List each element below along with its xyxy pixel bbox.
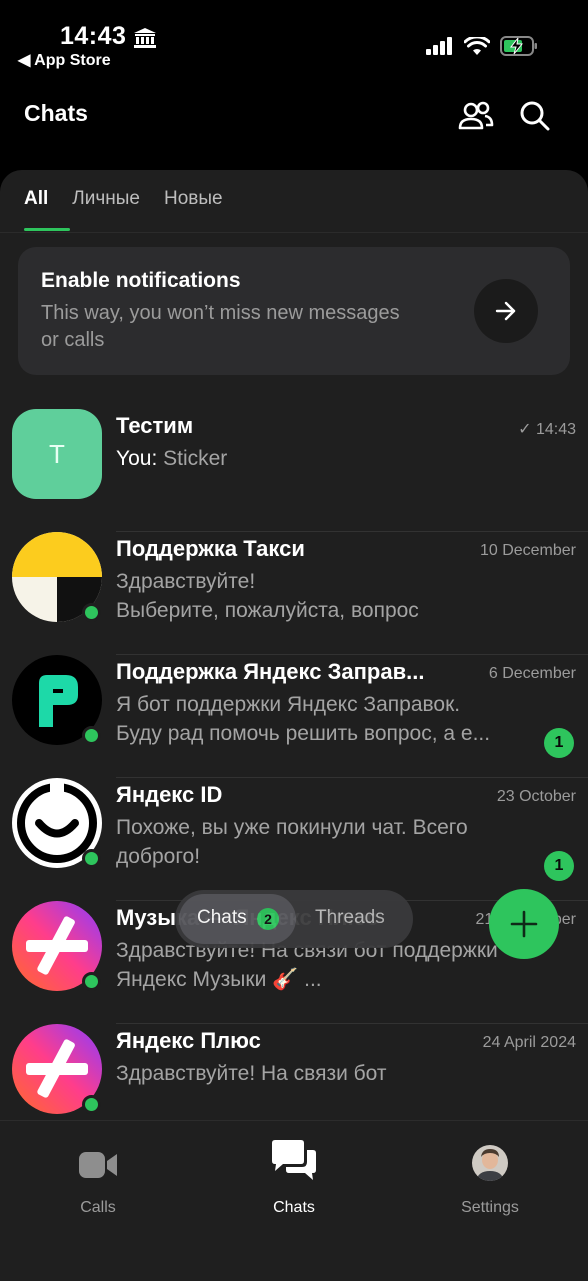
avatar: Т	[12, 409, 102, 499]
video-camera-icon	[38, 1121, 158, 1181]
tab-personal[interactable]: Личные	[72, 188, 140, 210]
chat-row[interactable]: Яндекс ID 23 October Похоже, вы уже поки…	[0, 778, 588, 901]
contacts-button[interactable]	[456, 96, 496, 136]
unread-badge: 1	[544, 728, 574, 758]
online-indicator	[82, 603, 101, 622]
chat-date: 10 December	[479, 542, 576, 559]
signal-icon	[426, 37, 452, 55]
chat-date: ✓ 14:43	[518, 421, 576, 438]
nav-settings-label: Settings	[461, 1199, 519, 1216]
chat-name: Тестим	[116, 413, 194, 438]
chat-preview-line1: Здравствуйте! На связи бот	[116, 1062, 387, 1085]
chat-preview-line2: Выберите, пожалуйста, вопрос	[116, 599, 419, 622]
enable-notifications-card[interactable]: Enable notifications This way, you won’t…	[18, 247, 570, 375]
nav-calls-label: Calls	[80, 1199, 116, 1216]
wifi-icon	[464, 36, 490, 55]
nav-chats[interactable]: Chats	[234, 1121, 354, 1217]
status-time: 14:43	[60, 22, 127, 50]
segment-chats-label: Chats	[197, 907, 247, 928]
status-indicators	[426, 36, 538, 56]
read-check-icon: ✓	[518, 421, 536, 438]
nav-calls[interactable]: Calls	[38, 1121, 158, 1217]
bank-icon	[133, 27, 157, 54]
chat-preview-line2: Яндекс Музыки 🎸 ...	[116, 968, 322, 991]
online-indicator	[82, 972, 101, 991]
chat-bubbles-icon	[234, 1121, 354, 1181]
segment-chats-badge: 2	[257, 908, 279, 930]
enable-notifications-button[interactable]	[474, 279, 538, 343]
tab-all[interactable]: All	[24, 188, 48, 210]
chat-preview: You: Sticker	[116, 447, 228, 470]
new-chat-button[interactable]	[489, 889, 559, 959]
contacts-icon	[458, 101, 494, 130]
chats-threads-switcher: Chats 2 Threads	[175, 890, 413, 948]
nav-settings[interactable]: Settings	[430, 1121, 550, 1217]
chat-date: 6 December	[488, 665, 576, 682]
chat-row[interactable]: Поддержка Такси 10 December Здравствуйте…	[0, 532, 588, 655]
chat-name: Поддержка Такси	[116, 536, 305, 561]
chat-name: Яндекс Плюс	[116, 1028, 261, 1053]
filter-tabs: All Личные Новые	[24, 188, 223, 210]
profile-avatar	[430, 1121, 550, 1181]
notification-title: Enable notifications	[41, 269, 241, 292]
chat-date: 24 April 2024	[482, 1034, 576, 1051]
online-indicator	[82, 1095, 101, 1114]
svg-text:Т: Т	[49, 439, 65, 469]
segment-threads[interactable]: Threads	[315, 907, 385, 929]
arrow-right-icon	[495, 301, 516, 321]
chat-preview-line1: Я бот поддержки Яндекс Заправок.	[116, 693, 461, 716]
unread-badge: 1	[544, 851, 574, 881]
chat-preview-line1: Похоже, вы уже покинули чат. Всего	[116, 816, 468, 839]
active-tab-indicator	[24, 228, 70, 231]
chat-preview-line2: доброго!	[116, 845, 201, 868]
chats-panel: All Личные Новые Enable notifications Th…	[0, 170, 588, 1280]
chat-row[interactable]: Т Тестим ✓ 14:43 You: Sticker	[0, 409, 588, 532]
chat-date: 23 October	[496, 788, 576, 805]
search-button[interactable]	[515, 96, 555, 136]
chat-name: Яндекс ID	[116, 782, 223, 807]
nav-chats-label: Chats	[273, 1199, 315, 1216]
tabs-divider	[0, 232, 588, 233]
back-to-app-store[interactable]: ◀ App Store	[18, 50, 111, 70]
plus-icon	[510, 910, 538, 938]
search-icon	[520, 101, 550, 131]
online-indicator	[82, 726, 101, 745]
page-title: Chats	[24, 100, 88, 126]
bottom-navigation: Calls Chats Settings	[0, 1120, 588, 1281]
chat-preview-line2: Буду рад помочь решить вопрос, а е...	[116, 722, 491, 745]
battery-charging-icon	[500, 36, 537, 56]
chat-preview-line1: Здравствуйте!	[116, 570, 256, 593]
chat-row[interactable]: Поддержка Яндекс Заправ... 6 December Я …	[0, 655, 588, 778]
online-indicator	[82, 849, 101, 868]
chat-name: Поддержка Яндекс Заправ...	[116, 659, 425, 684]
tab-new[interactable]: Новые	[164, 188, 223, 210]
notification-text: This way, you won’t miss new messages or…	[41, 302, 400, 351]
